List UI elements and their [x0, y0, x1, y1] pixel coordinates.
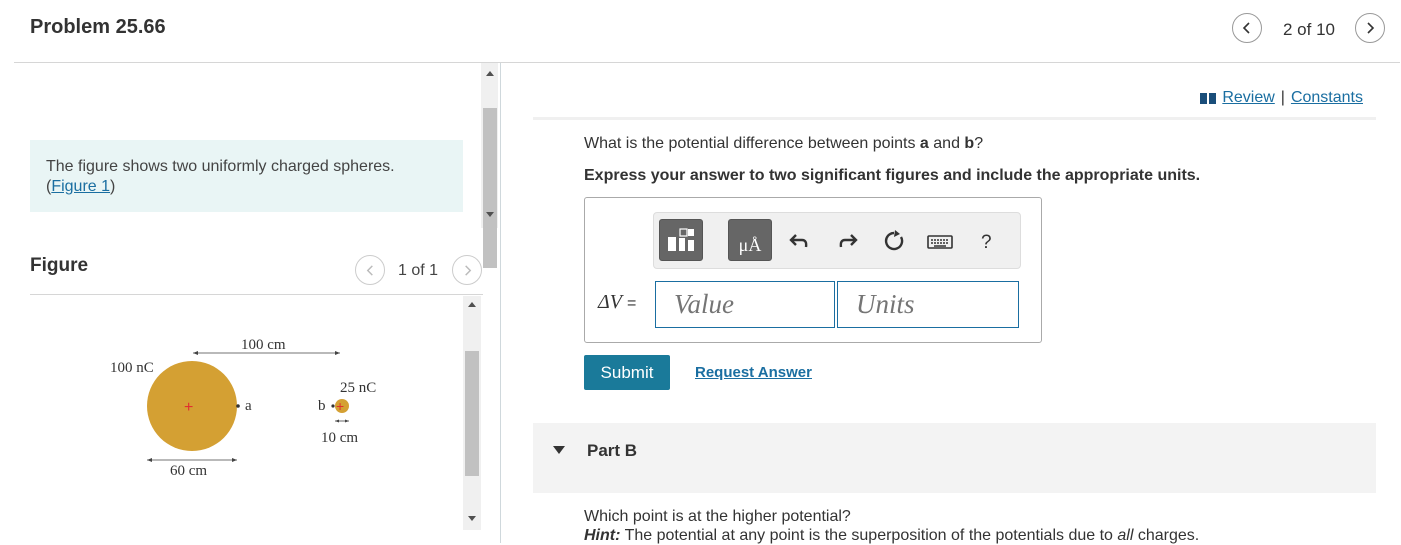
charged-spheres-figure: 100 cm + 100 nC a 60 cm + b 25 nC 10 cm — [110, 337, 376, 479]
left-pane-scrollbar[interactable] — [481, 63, 498, 268]
templates-button[interactable] — [659, 219, 703, 261]
delta-v-symbol: ΔV — [598, 291, 622, 313]
intro-box: The figure shows two uniformly charged s… — [30, 140, 463, 212]
keyboard-icon[interactable] — [926, 231, 954, 253]
content-divider — [533, 117, 1376, 120]
hint-em: all — [1117, 527, 1134, 544]
hint-label: Hint: — [584, 527, 621, 544]
part-b-label[interactable]: Part B — [587, 441, 637, 461]
large-diameter-label: 60 cm — [170, 463, 207, 479]
figure-link[interactable]: Figure 1 — [51, 178, 110, 195]
redo-icon[interactable] — [837, 230, 859, 252]
point-a-label: a — [245, 398, 252, 414]
small-diameter-label: 10 cm — [321, 430, 358, 446]
figure-divider — [30, 294, 483, 295]
hint-post: charges. — [1133, 527, 1200, 544]
equals-sign: = — [626, 295, 637, 312]
point-b-label: b — [318, 398, 326, 414]
header-divider — [14, 62, 1400, 63]
request-answer-link[interactable]: Request Answer — [695, 364, 812, 381]
units-button[interactable]: μÅ — [728, 219, 772, 261]
scroll-thumb[interactable] — [483, 108, 497, 268]
next-problem-button[interactable] — [1355, 13, 1385, 43]
chevron-left-icon — [1242, 22, 1250, 34]
figure-count: 1 of 1 — [398, 262, 439, 279]
book-icon — [1200, 92, 1217, 104]
figure-title: Figure — [30, 255, 89, 276]
answer-label: ΔV = — [598, 291, 636, 314]
pane-divider — [500, 63, 501, 543]
chevron-right-icon — [1367, 22, 1375, 34]
reset-icon[interactable] — [883, 230, 905, 252]
units-input[interactable] — [837, 281, 1019, 328]
figure-prev-button[interactable] — [355, 255, 385, 285]
review-link[interactable]: Review — [1222, 89, 1274, 107]
value-input[interactable] — [655, 281, 835, 328]
plus-icon: + — [336, 398, 344, 414]
submit-button[interactable]: Submit — [584, 355, 670, 390]
math-toolbar: μÅ ? — [653, 212, 1021, 269]
question-pre: What is the potential difference between… — [584, 135, 920, 152]
chevron-right-icon — [464, 264, 471, 276]
problem-position: 2 of 10 — [1283, 20, 1335, 39]
small-charge-label: 25 nC — [340, 380, 376, 396]
undo-icon[interactable] — [788, 230, 810, 252]
scroll-thumb[interactable] — [465, 351, 479, 476]
hint-text: Hint: The potential at any point is the … — [584, 527, 1199, 545]
question-mid: and — [928, 135, 965, 152]
plus-icon: + — [184, 399, 193, 416]
large-charge-label: 100 nC — [110, 360, 154, 376]
figure-scrollbar[interactable] — [463, 296, 481, 530]
scroll-down-arrow-icon[interactable] — [468, 516, 476, 521]
previous-problem-button[interactable] — [1232, 13, 1262, 43]
question-point-a: a — [919, 135, 929, 152]
part-b-header[interactable] — [533, 423, 1376, 493]
template-icon — [668, 228, 694, 251]
constants-link[interactable]: Constants — [1291, 89, 1363, 107]
distance-label: 100 cm — [241, 337, 286, 353]
page-title: Problem 25.66 — [30, 16, 166, 38]
scroll-down-arrow-icon[interactable] — [486, 212, 494, 217]
help-button[interactable]: ? — [981, 232, 992, 254]
point-b-marker — [331, 404, 335, 408]
instruction-text: Express your answer to two significant f… — [584, 167, 1201, 184]
question-text: What is the potential difference between… — [584, 135, 983, 153]
part-b-question: Which point is at the higher potential? — [584, 508, 851, 525]
chevron-left-icon — [366, 264, 373, 276]
point-a-marker — [236, 404, 240, 408]
question-point-b: b — [964, 135, 975, 152]
question-post: ? — [974, 135, 984, 152]
hint-pre: The potential at any point is the superp… — [620, 527, 1118, 544]
separator: | — [1280, 89, 1285, 106]
scroll-up-arrow-icon[interactable] — [486, 71, 494, 76]
caret-down-icon[interactable] — [553, 446, 565, 454]
figure-next-button[interactable] — [452, 255, 482, 285]
scroll-up-arrow-icon[interactable] — [468, 302, 476, 307]
review-constants: Review | Constants — [1200, 89, 1363, 107]
intro-text: The figure shows two uniformly charged s… — [46, 158, 395, 175]
